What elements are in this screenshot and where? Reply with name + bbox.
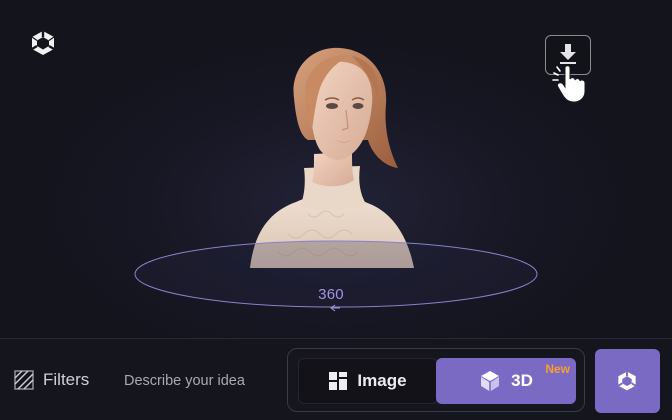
mode-3d-button[interactable]: 3D New [436,358,576,404]
model-viewer[interactable]: 360 [0,0,672,338]
filters-button[interactable]: Filters [14,368,89,392]
stripes-icon [14,370,34,390]
cube-logo-icon[interactable] [29,29,57,57]
cube-logo-icon [617,371,637,391]
grid-icon [329,372,348,390]
portrait-3d-model [250,47,414,268]
mode-3d-label: 3D [511,371,533,390]
rotation-ring[interactable] [130,240,542,315]
hand-pointer-icon [552,65,586,103]
mode-image-label: Image [357,371,407,390]
prompt-input[interactable] [118,366,278,396]
filters-label: Filters [43,370,90,389]
mode-image-button[interactable]: Image [298,358,438,404]
mode-toggle: Image 3D New [287,348,585,412]
rotation-label: 360 [318,286,344,303]
cube-icon [481,371,500,391]
generate-button[interactable] [595,349,660,413]
new-badge: New [545,362,570,376]
